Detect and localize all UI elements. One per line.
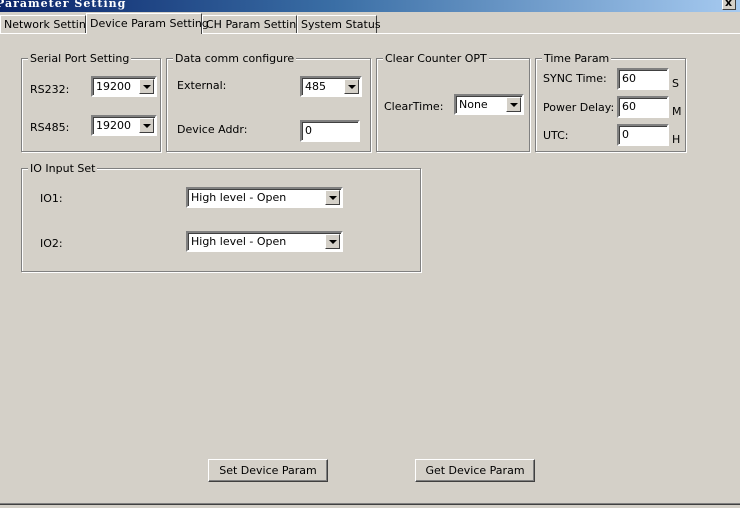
- clear-counter-group: Clear Counter OPT ClearTime: None: [376, 52, 530, 152]
- device-addr-input[interactable]: 0: [300, 120, 360, 142]
- io2-label: IO2:: [40, 237, 63, 250]
- io1-label: IO1:: [40, 192, 63, 205]
- utc-unit: H: [672, 133, 681, 146]
- external-select[interactable]: 485: [300, 76, 362, 97]
- sync-time-input[interactable]: 60: [617, 68, 669, 90]
- time-param-group: Time Param SYNC Time: 60 S Power Delay: …: [535, 52, 686, 152]
- data-comm-title: Data comm configure: [173, 52, 297, 65]
- panel-bottom-shadow: [0, 504, 740, 505]
- time-param-title: Time Param: [542, 52, 612, 65]
- data-comm-group: Data comm configure External: 485 Device…: [166, 52, 371, 152]
- cleartime-value: None: [459, 98, 488, 111]
- power-delay-input[interactable]: 60: [617, 96, 669, 118]
- set-device-param-button[interactable]: Set Device Param: [208, 459, 328, 482]
- chevron-down-icon[interactable]: [325, 190, 340, 205]
- tab-ch-param-setting[interactable]: CH Param Setting: [202, 15, 303, 33]
- io-input-title: IO Input Set: [28, 162, 98, 175]
- rs485-label: RS485:: [30, 121, 70, 134]
- serial-port-title: Serial Port Setting: [28, 52, 132, 65]
- tab-system-status[interactable]: System Status: [297, 15, 381, 33]
- sync-time-unit: S: [672, 77, 679, 90]
- window-title: Parameter Setting: [0, 0, 127, 10]
- io-input-group: IO Input Set IO1: High level - Open IO2:…: [21, 162, 421, 272]
- io1-value: High level - Open: [191, 191, 287, 204]
- device-addr-label: Device Addr:: [177, 123, 248, 136]
- clear-counter-title: Clear Counter OPT: [383, 52, 489, 65]
- utc-label: UTC:: [543, 129, 569, 142]
- sync-time-label: SYNC Time:: [543, 72, 607, 85]
- rs232-label: RS232:: [30, 83, 70, 96]
- rs485-select[interactable]: 19200: [91, 115, 157, 136]
- title-bar: Parameter Setting x: [0, 0, 740, 12]
- rs232-value: 19200: [96, 80, 131, 93]
- chevron-down-icon[interactable]: [344, 79, 359, 94]
- rs485-value: 19200: [96, 119, 131, 132]
- chevron-down-icon[interactable]: [139, 79, 154, 94]
- external-label: External:: [177, 79, 227, 92]
- close-icon[interactable]: x: [722, 0, 736, 10]
- serial-port-group: Serial Port Setting RS232: 19200 RS485: …: [21, 52, 161, 152]
- chevron-down-icon[interactable]: [506, 97, 521, 112]
- chevron-down-icon[interactable]: [139, 118, 154, 133]
- tab-device-param-setting[interactable]: Device Param Setting: [86, 13, 209, 34]
- get-device-param-button[interactable]: Get Device Param: [415, 459, 535, 482]
- power-delay-unit: M: [672, 105, 682, 118]
- utc-input[interactable]: 0: [617, 124, 669, 146]
- rs232-select[interactable]: 19200: [91, 76, 157, 97]
- power-delay-label: Power Delay:: [543, 101, 615, 114]
- io2-select[interactable]: High level - Open: [186, 231, 343, 252]
- external-value: 485: [305, 80, 326, 93]
- tab-network-setting[interactable]: Network Setting: [0, 15, 93, 33]
- cleartime-label: ClearTime:: [384, 100, 444, 113]
- io1-select[interactable]: High level - Open: [186, 187, 343, 208]
- io2-value: High level - Open: [191, 235, 287, 248]
- cleartime-select[interactable]: None: [454, 94, 524, 115]
- chevron-down-icon[interactable]: [325, 234, 340, 249]
